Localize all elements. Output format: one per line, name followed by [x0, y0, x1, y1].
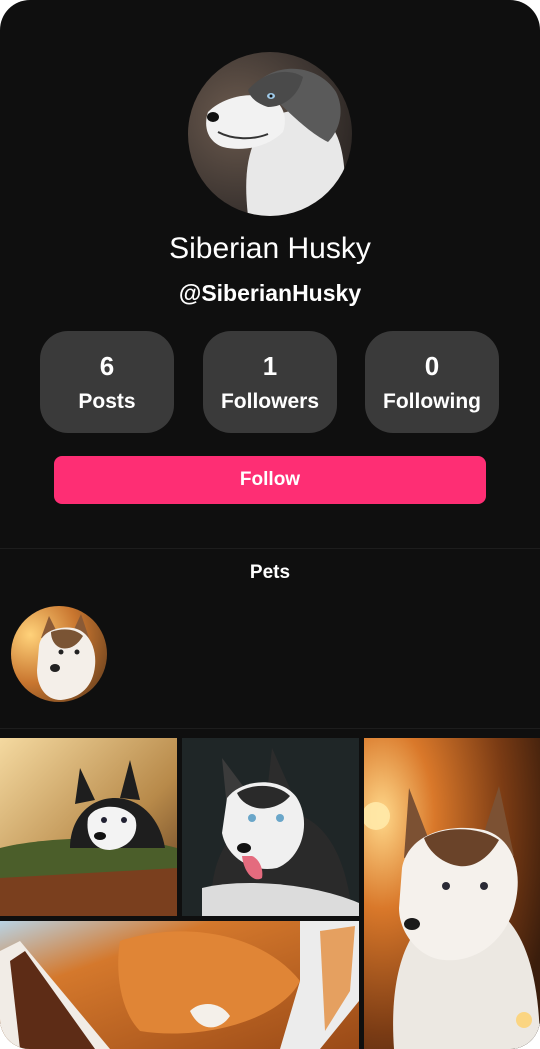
section-divider: [0, 548, 540, 549]
stat-posts-value: 6: [99, 351, 115, 381]
stat-posts-label: Posts: [78, 390, 136, 413]
gallery-item[interactable]: [364, 738, 540, 1049]
husky-on-log-photo: [0, 738, 177, 916]
husky-profile-photo: [188, 52, 352, 216]
stat-followers-value: 1: [262, 351, 278, 381]
stat-followers[interactable]: 1 Followers: [203, 331, 337, 433]
stat-following-value: 0: [424, 351, 440, 381]
stat-following-label: Following: [383, 390, 481, 413]
stat-followers-label: Followers: [220, 390, 320, 413]
gallery-item[interactable]: [0, 738, 177, 916]
profile-screen: Siberian Husky @SiberianHusky 6 Posts 1 …: [0, 0, 540, 1049]
profile-name: Siberian Husky: [169, 232, 371, 265]
husky-sunset-photo: [364, 738, 540, 1049]
stat-posts[interactable]: 6 Posts: [40, 331, 174, 433]
fox-closeup-photo: [0, 921, 359, 1049]
black-white-husky-photo: [182, 738, 359, 916]
gallery-item[interactable]: [182, 738, 359, 916]
profile-avatar[interactable]: [188, 52, 352, 216]
pets-section-title: Pets: [249, 562, 291, 583]
gallery-item[interactable]: [0, 921, 359, 1049]
stat-following[interactable]: 0 Following: [365, 331, 499, 433]
pet-avatar[interactable]: [11, 606, 107, 702]
profile-handle: @SiberianHusky: [178, 280, 362, 306]
gallery-divider: [0, 728, 540, 729]
follow-button[interactable]: Follow: [54, 456, 486, 504]
husky-pet-avatar: [11, 606, 107, 702]
